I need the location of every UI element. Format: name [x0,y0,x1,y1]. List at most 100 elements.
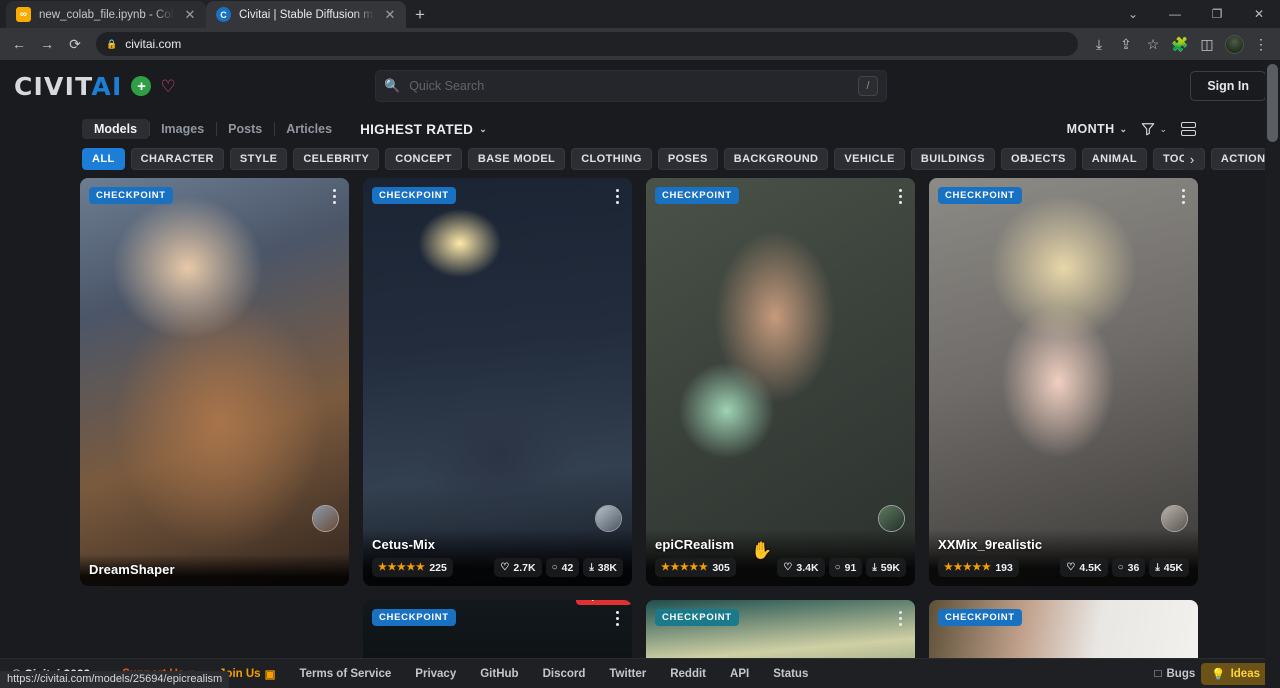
chip-all[interactable]: ALL [82,148,125,170]
sign-in-button[interactable]: Sign In [1190,71,1266,101]
ideas-button[interactable]: 💡Ideas [1201,663,1270,685]
category-chip-row: ALL CHARACTER STYLE CELEBRITY CONCEPT BA… [0,146,1280,172]
status-badge: CHECKPOINT [372,187,456,204]
reload-icon[interactable]: ⟳ [62,31,88,57]
model-card[interactable]: CHECKPOINT epiCRealism ★★★★★ 305 [646,178,915,586]
tab-posts[interactable]: Posts [216,119,274,139]
browser-tab-strip: ∞ new_colab_file.ipynb - Colaborat ✕ C C… [0,0,1280,28]
model-card[interactable]: CHECKPOINT Cetus-Mix ★★★★★ 225 [363,178,632,586]
comments-count: 42 [562,562,574,574]
profile-avatar-icon[interactable] [1221,31,1247,57]
chip-buildings[interactable]: BUILDINGS [911,148,995,170]
logo-text: CIVITAI [14,72,122,101]
star-icon: ★★★★★ [661,562,708,573]
avatar[interactable] [878,505,905,532]
footer-link-privacy[interactable]: Privacy [403,668,468,680]
card-menu-icon[interactable] [896,608,905,629]
footer-link-api[interactable]: API [718,668,761,680]
back-icon[interactable]: ← [6,31,32,57]
chip-vehicle[interactable]: VEHICLE [834,148,904,170]
model-card[interactable]: CHECKPOINT [929,600,1198,658]
chrome-menu-icon[interactable]: ⋮ [1248,31,1274,57]
extensions-puzzle-icon[interactable]: 🧩 [1167,31,1193,57]
rating-count: 193 [995,562,1013,574]
scrollbar-thumb[interactable] [1267,64,1278,142]
chip-clothing[interactable]: CLOTHING [571,148,652,170]
model-card[interactable]: Updated CHECKPOINT [363,600,632,658]
model-card[interactable]: CHECKPOINT XXMix_9realistic ★★★★★ 193 [929,178,1198,586]
model-thumbnail [363,178,632,586]
footer-link-discord[interactable]: Discord [531,668,598,680]
search-shortcut-key: / [858,76,878,96]
footer-link-status[interactable]: Status [761,668,820,680]
address-bar[interactable]: 🔒 civitai.com [96,32,1078,56]
updated-badge: Updated [576,600,632,605]
bookmark-star-icon[interactable]: ☆ [1140,31,1166,57]
card-menu-icon[interactable] [613,186,622,207]
period-value: MONTH [1067,122,1115,136]
model-grid-scroll[interactable]: CHECKPOINT DreamShaper CHECKPOINT Cetus-… [0,172,1280,658]
chip-poses[interactable]: POSES [658,148,718,170]
heart-icon[interactable]: ♡ [160,78,175,95]
chip-concept[interactable]: CONCEPT [385,148,462,170]
tab-articles[interactable]: Articles [274,119,344,139]
chip-celebrity[interactable]: CELEBRITY [293,148,379,170]
comments-count: 91 [845,562,857,574]
star-icon: ★★★★★ [944,562,991,573]
address-bar-url: civitai.com [125,37,181,51]
chip-objects[interactable]: OBJECTS [1001,148,1076,170]
chip-base-model[interactable]: BASE MODEL [468,148,565,170]
browser-tab-colab[interactable]: ∞ new_colab_file.ipynb - Colaborat ✕ [6,1,206,28]
model-card[interactable]: CHECKPOINT DreamShaper [80,178,349,586]
create-plus-icon[interactable]: + [131,76,151,96]
avatar[interactable] [595,505,622,532]
tab-images[interactable]: Images [149,119,216,139]
layout-toggle-icon[interactable] [1181,122,1196,136]
close-icon[interactable]: ✕ [182,7,198,23]
star-icon: ★★★★★ [378,562,425,573]
footer-link-reddit[interactable]: Reddit [658,668,718,680]
forward-icon[interactable]: → [34,31,60,57]
downloads-count: 45K [1164,562,1183,574]
period-dropdown[interactable]: MONTH ⌄ [1067,122,1128,136]
rating-pill: ★★★★★ 225 [372,558,453,577]
civitai-logo[interactable]: CIVITAI + ♡ [14,72,176,101]
sort-dropdown[interactable]: HIGHEST RATED ⌄ [360,122,487,137]
side-panel-icon[interactable]: ◫ [1194,31,1220,57]
footer-link-terms[interactable]: Terms of Service [287,668,403,680]
heart-icon: ♡ [783,562,792,573]
browser-tab-civitai[interactable]: C Civitai | Stable Diffusion models, ✕ [206,1,406,28]
close-window-icon[interactable]: ✕ [1238,0,1280,28]
filter-button[interactable]: ⌄ [1141,122,1167,136]
close-icon[interactable]: ✕ [382,7,398,23]
tab-search-icon[interactable]: ⌄ [1112,0,1154,28]
chip-style[interactable]: STYLE [230,148,287,170]
card-menu-icon[interactable] [1179,608,1188,629]
card-menu-icon[interactable] [1179,186,1188,207]
heart-icon: ♡ [1066,562,1075,573]
card-menu-icon[interactable] [613,608,622,629]
chip-background[interactable]: BACKGROUND [724,148,829,170]
maximize-icon[interactable]: ❐ [1196,0,1238,28]
funnel-filter-icon [1141,122,1155,136]
share-icon[interactable]: ⇪ [1113,31,1139,57]
install-icon[interactable]: ⤓ [1086,31,1112,57]
footer-link-twitter[interactable]: Twitter [597,668,658,680]
avatar[interactable] [1161,505,1188,532]
chip-scroll-right-icon[interactable]: › [1184,148,1200,170]
window-controls: ⌄ — ❐ ✕ [1112,0,1280,28]
page-scrollbar[interactable] [1265,60,1280,688]
model-card[interactable]: CHECKPOINT [646,600,915,658]
card-menu-icon[interactable] [896,186,905,207]
search-input[interactable]: 🔍 Quick Search / [375,70,887,102]
tab-models[interactable]: Models [82,119,149,139]
avatar[interactable] [312,505,339,532]
minimize-icon[interactable]: — [1154,0,1196,28]
footer-link-github[interactable]: GitHub [468,668,530,680]
bugs-button[interactable]: □Bugs [1155,668,1196,680]
new-tab-button[interactable]: + [406,1,434,28]
chip-animal[interactable]: ANIMAL [1082,148,1147,170]
chip-character[interactable]: CHARACTER [131,148,224,170]
model-card-footer: XXMix_9realistic ★★★★★ 193 ♡ 4.5K [929,529,1198,586]
card-menu-icon[interactable] [330,186,339,207]
